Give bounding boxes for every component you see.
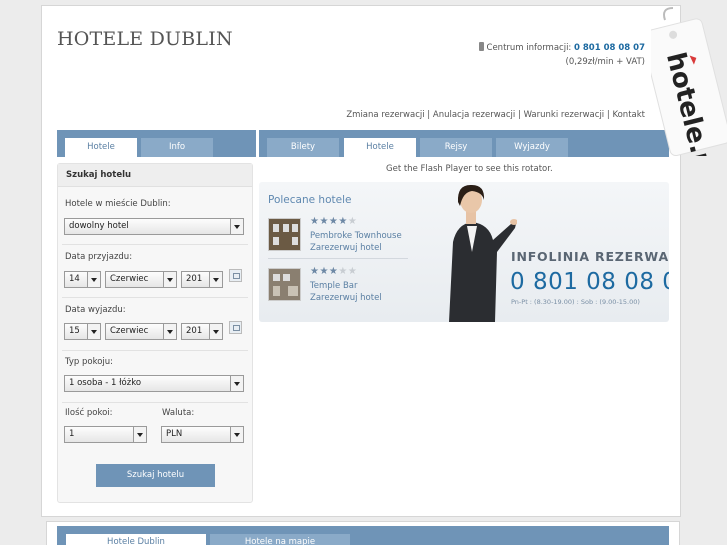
infoline-title: INFOLINIA REZERWACJA [511, 249, 669, 264]
divider [62, 244, 248, 245]
receptionist-image [449, 184, 517, 322]
arrival-month-select[interactable]: Czerwiec [105, 271, 177, 288]
chevron-down-icon [230, 427, 243, 442]
book-hotel-link[interactable]: Zarezerwuj hotel [310, 243, 382, 253]
search-panel: Szukaj hotelu Hotele w mieście Dublin: d… [57, 163, 253, 503]
chevron-down-icon [133, 427, 146, 442]
search-hotel-button[interactable]: Szukaj hotelu [96, 464, 215, 487]
arrival-day-select[interactable]: 14 [64, 271, 101, 288]
hotel-thumbnail[interactable] [268, 218, 301, 251]
page-title: HOTELE DUBLIN [57, 28, 233, 50]
divider [62, 402, 248, 403]
hotel-name[interactable]: Temple Bar [310, 281, 357, 291]
chevron-down-icon [209, 324, 222, 339]
info-block: Centrum informacji: 0 801 08 08 07 (0,29… [478, 41, 645, 69]
info-price: (0,29zł/min + VAT) [565, 57, 645, 67]
chevron-down-icon [87, 324, 100, 339]
currency-label: Waluta: [162, 408, 195, 418]
tab-hotele-left[interactable]: Hotele [65, 138, 137, 157]
room-type-select[interactable]: 1 osoba - 1 łóżko [64, 375, 244, 392]
bottom-tabbar: Hotele Dublin Hotele na mapie [57, 526, 669, 545]
info-label: Centrum informacji: [486, 43, 572, 53]
tab-hotele-dublin[interactable]: Hotele Dublin [66, 534, 206, 545]
star-rating: ★★★★★ [310, 216, 358, 227]
divider [268, 258, 408, 259]
link-reservation-terms[interactable]: Warunki rezerwacji [524, 110, 605, 120]
tab-info[interactable]: Info [141, 138, 213, 157]
tab-bilety[interactable]: Bilety [267, 138, 339, 157]
currency-select[interactable]: PLN [161, 426, 244, 443]
info-phone: 0 801 08 08 07 [574, 43, 645, 53]
infoline-number: 0 801 08 08 07 [510, 269, 669, 295]
calendar-icon[interactable] [229, 269, 242, 282]
promo-banner: Polecane hotele ★★★★★ Pembroke Townhouse… [259, 182, 669, 322]
recommended-title: Polecane hotele [268, 194, 352, 206]
phone-icon [478, 42, 484, 51]
star-rating: ★★★★★ [310, 266, 358, 277]
departure-month-select[interactable]: Czerwiec [105, 323, 177, 340]
calendar-icon[interactable] [229, 321, 242, 334]
hotel-thumbnail[interactable] [268, 268, 301, 301]
tab-rejsy[interactable]: Rejsy [420, 138, 492, 157]
hotel-label: Hotele w mieście Dublin: [65, 199, 171, 209]
tab-hotele-na-mapie[interactable]: Hotele na mapie [210, 534, 350, 545]
infoline-hours: Pn-Pt : (8.30-19.00) : Sob : (9.00-15.00… [511, 298, 640, 306]
departure-label: Data wyjazdu: [65, 305, 126, 315]
chevron-down-icon [230, 219, 243, 234]
divider [62, 350, 248, 351]
chevron-down-icon [209, 272, 222, 287]
chevron-down-icon [163, 324, 176, 339]
hotel-card: ★★★★★ Temple Bar Zarezerwuj hotel [268, 266, 413, 304]
arrival-label: Data przyjazdu: [65, 252, 133, 262]
rooms-count-select[interactable]: 1 [64, 426, 147, 443]
rooms-count-label: Ilość pokoi: [65, 408, 113, 418]
chevron-down-icon [163, 272, 176, 287]
book-hotel-link[interactable]: Zarezerwuj hotel [310, 293, 382, 303]
main-tabbar: Bilety Hotele Rejsy Wyjazdy [259, 130, 669, 157]
flash-notice: Get the Flash Player to see this rotator… [386, 164, 553, 174]
top-links: Zmiana rezerwacji | Anulacja rezerwacji … [346, 110, 645, 120]
tab-hotele[interactable]: Hotele [344, 138, 416, 157]
hotel-card: ★★★★★ Pembroke Townhouse Zarezerwuj hote… [268, 216, 413, 254]
departure-day-select[interactable]: 15 [64, 323, 101, 340]
search-panel-title: Szukaj hotelu [58, 164, 252, 187]
chevron-down-icon [230, 376, 243, 391]
tab-wyjazdy[interactable]: Wyjazdy [496, 138, 568, 157]
hotel-select[interactable]: dowolny hotel [64, 218, 244, 235]
arrival-year-select[interactable]: 201 [181, 271, 223, 288]
link-change-reservation[interactable]: Zmiana rezerwacji [346, 110, 424, 120]
link-contact[interactable]: Kontakt [612, 110, 645, 120]
hotel-name[interactable]: Pembroke Townhouse [310, 231, 402, 241]
chevron-down-icon [87, 272, 100, 287]
hotele-logo[interactable]: hotele.pl [651, 6, 727, 156]
link-cancel-reservation[interactable]: Anulacja rezerwacji [433, 110, 515, 120]
divider [62, 297, 248, 298]
left-tabbar: Hotele Info [57, 130, 256, 157]
room-type-label: Typ pokoju: [65, 357, 114, 367]
departure-year-select[interactable]: 201 [181, 323, 223, 340]
